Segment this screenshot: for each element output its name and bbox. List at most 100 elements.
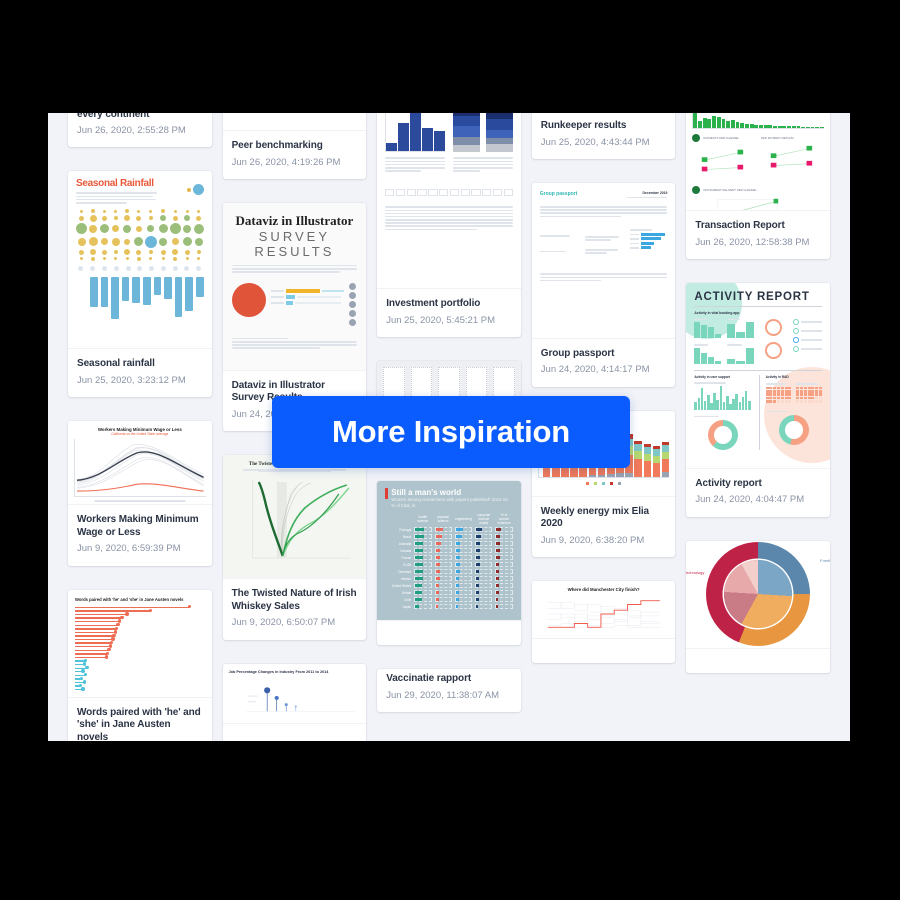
lollipop-rows [75,604,205,692]
placeholder-text [539,206,668,218]
donut-chart [766,415,822,446]
card-title: Workers Making Minimum Wage or Less [77,514,199,538]
card-vaccinatie-rapport[interactable]: Vaccinatie rapport Jun 29, 2020, 11:38:0… [377,669,521,713]
card-meta: Peer benchmarking Jun 26, 2020, 4:19:26 … [223,131,367,179]
thumb-title: ACTIVITY REPORT [694,290,810,303]
accent-bar [385,488,389,500]
card-date: Jun 9, 2020, 6:38:20 PM [540,534,645,546]
waffle-chart [796,386,822,403]
section-label: PER PAYMENT METHOD [761,136,794,140]
section-label: INSTRUMENT DELIVERY PER CHANNEL [703,188,757,192]
card-meta [532,639,676,663]
source-note [74,500,206,502]
donut-highlight [231,282,266,317]
card-title: Investment portfolio [386,298,481,310]
card-meta: Runkeeper results Jun 25, 2020, 4:43:44 … [532,113,676,159]
thumbnail-investment-portfolio: Portfolio return Analysis composition [377,113,521,290]
thumb-subtitle: Women among researchers with papers publ… [391,497,509,509]
thumbnail-seasonal-rainfall: Seasonal Rainfall [68,171,212,350]
placeholder-text [231,337,358,350]
thumbnail-sunburst: Technology Furniture [686,540,830,649]
card-meta: Investment portfolio Jun 25, 2020, 5:45:… [377,289,521,337]
spaghetti-lines [76,444,204,492]
line-chart-area [74,439,206,498]
card-still-a-mans-world[interactable]: Still a man's world Women among research… [377,481,521,646]
thumb-title: Dataviz in Illustrator [235,212,354,228]
slope-chart [702,149,744,172]
waffle-chart [765,386,792,403]
thumb-title: Still a man's world [391,488,462,498]
card-meta: Transaction Report Jun 26, 2020, 12:58:3… [686,211,830,259]
thumb-title: Where did Manchester City finish? [567,587,640,593]
mini-bar-chart [629,229,668,255]
donut-metric [764,318,782,336]
thumbnail-dataviz-survey: Dataviz in Illustrator SURVEY RESULTS [222,202,367,371]
thumb-title: Words paired with 'he' and 'she' in Jane… [75,596,184,602]
placeholder-text [539,273,668,282]
card-title: Runkeeper results [540,120,627,131]
card-date: Jun 29, 2020, 11:38:07 AM [386,689,500,701]
placeholder-text [452,157,513,173]
card-meta [223,724,367,741]
card-date: Jun 25, 2020, 3:23:12 PM [77,374,186,386]
card-meta [686,649,830,673]
card-meta: Workers Making Minimum Wage or Less Jun … [68,505,212,565]
card-date: Jun 24, 2020, 4:14:17 PM [540,364,650,376]
card-seasonal-rainfall[interactable]: Seasonal Rainfall Seasonal rainfall Jun … [68,171,212,398]
circle-stack [349,282,357,326]
card-date: Jun 26, 2020, 12:58:38 PM [695,236,810,248]
card-title: Words paired with 'he' and 'she' in Jane… [77,706,201,741]
country-matrix: health science physical science engineerin… [385,513,513,610]
more-inspiration-label: More Inspiration [332,414,570,449]
card-manchester-city[interactable]: Where did Manchester City finish? [531,581,676,664]
thumbnail-peer-benchmarking: Funding & Liquidity Asset quality [222,113,367,131]
card-meta: Vaccinatie rapport Jun 29, 2020, 11:38:0… [377,669,521,712]
card-runkeeper-results[interactable]: Jun 2019 Runkeeper Results [531,113,676,159]
card-date: Jun 25, 2020, 4:43:44 PM [540,136,650,148]
thumbnail-manchester-city: Where did Manchester City finish? [531,581,676,640]
donut-metric [764,341,782,359]
chart-legend [538,481,670,485]
card-title: Seasonal rainfall [77,358,155,370]
thumbnail-still-a-mans-world: Still a man's world Women among research… [377,481,521,622]
placeholder-text [231,264,358,273]
card-title: Population pyramid of every continent [77,113,150,120]
card-group-passport[interactable]: Group passport December 2019 Group passp… [531,182,676,387]
card-investment-portfolio[interactable]: Portfolio return Analysis composition [377,113,521,338]
thumb-title: Job Percentage Changes in Industry From … [228,669,329,674]
card-activity-report[interactable]: ACTIVITY REPORT Activity in vital bookin… [686,282,830,517]
thumbnail-activity-report: ACTIVITY REPORT Activity in vital bookin… [686,282,830,469]
card-date: Jun 26, 2020, 2:55:28 PM [77,125,186,136]
card-population-pyramid[interactable]: Population pyramid of every continent Ju… [68,113,212,148]
card-meta: Activity report Jun 24, 2020, 4:04:47 PM [686,469,830,517]
thumb-subtitle: California vs the United State average [111,432,169,437]
card-title: Weekly energy mix Elia 2020 [540,505,650,530]
section-label: PAYMENTS PER CHANNEL [703,136,740,140]
bubble-grid [76,209,204,261]
chart-label [271,283,345,287]
bump-chart [547,600,660,628]
delivery-slope-chart [718,198,779,210]
card-date: Jun 25, 2020, 5:45:21 PM [386,314,495,326]
card-meta: Population pyramid of every continent Ju… [68,113,212,147]
card-transaction-report[interactable]: Transaction report - June 2020 PAYMENT E… [686,113,830,259]
section-label: Activity in vital booking app [694,310,740,315]
section-label: Activity in R&D [765,375,789,380]
card-meta: The Twisted Nature of Irish Whiskey Sale… [223,579,367,639]
card-minimum-wage[interactable]: Workers Making Minimum Wage or Less Cali… [68,421,212,566]
card-irish-whiskey[interactable]: The Twisted Nature of Irish Whiskey Sale… [222,455,367,640]
card-job-percentage-changes[interactable]: Job Percentage Changes in Industry From … [222,663,367,741]
more-inspiration-button[interactable]: More Inspiration [272,396,630,468]
whiskey-line-chart [252,480,351,559]
step-badge-icon [692,186,701,194]
bar-rows [270,288,345,305]
section-label: Activity in user support [694,375,730,380]
card-sunburst[interactable]: Technology Furniture [686,540,830,673]
card-date: Jun 26, 2020, 4:19:26 PM [231,156,341,168]
card-title: Transaction Report [695,220,785,231]
card-title: Group passport [540,347,615,359]
card-jane-austen[interactable]: Words paired with 'he' and 'she' in Jane… [68,589,212,741]
donut-chart [694,420,750,451]
card-peer-benchmarking[interactable]: Funding & Liquidity Asset quality [222,113,367,179]
placeholder-text [385,157,445,173]
